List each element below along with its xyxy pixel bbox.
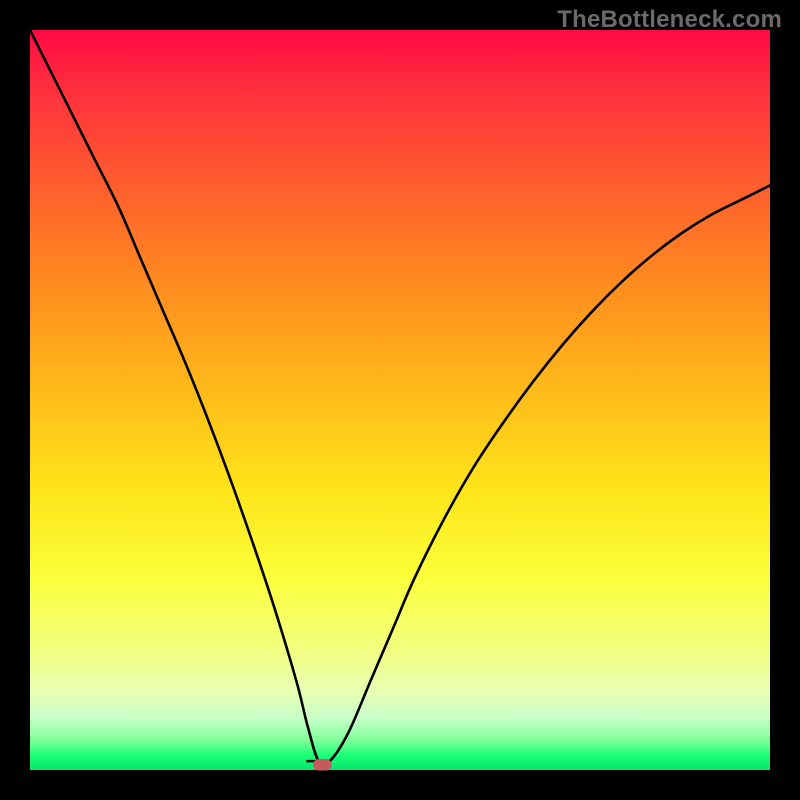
- plot-area: [30, 30, 770, 770]
- chart-frame: TheBottleneck.com: [0, 0, 800, 800]
- minimum-marker: [313, 759, 331, 770]
- bottleneck-curve: [30, 30, 770, 765]
- chart-svg: [30, 30, 770, 770]
